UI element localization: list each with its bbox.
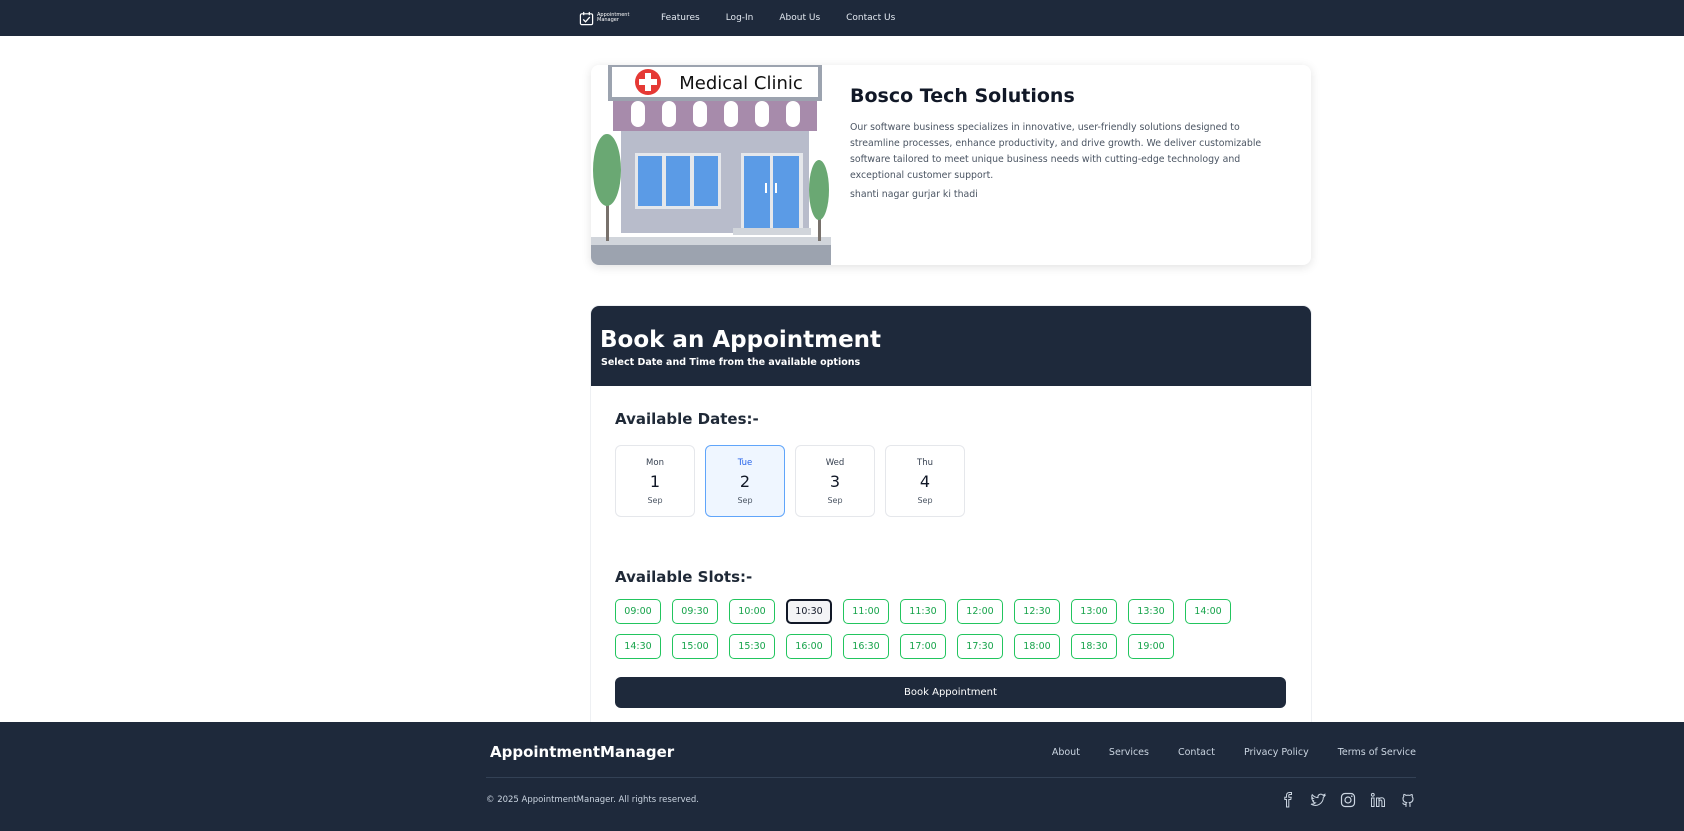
time-slot[interactable]: 19:00 xyxy=(1128,634,1174,659)
date-option[interactable]: Thu 4 Sep xyxy=(885,445,965,517)
booking-header: Book an Appointment Select Date and Time… xyxy=(591,306,1311,386)
dates-heading: Available Dates:- xyxy=(615,410,759,428)
slots-heading: Available Slots:- xyxy=(615,568,753,586)
time-slot[interactable]: 18:30 xyxy=(1071,634,1117,659)
time-slot[interactable]: 15:00 xyxy=(672,634,718,659)
date-option[interactable]: Mon 1 Sep xyxy=(615,445,695,517)
date-month: Sep xyxy=(917,496,933,505)
nav-link-about-us[interactable]: About Us xyxy=(779,13,820,23)
nav-link-login[interactable]: Log-In xyxy=(726,13,754,23)
time-slot[interactable]: 14:30 xyxy=(615,634,661,659)
time-slot[interactable]: 12:30 xyxy=(1014,599,1060,624)
book-appointment-button[interactable]: Book Appointment xyxy=(615,677,1286,708)
time-slot[interactable]: 13:00 xyxy=(1071,599,1117,624)
date-month: Sep xyxy=(647,496,663,505)
booking-subtitle: Select Date and Time from the available … xyxy=(601,357,861,368)
app-logo[interactable]: Appointment Manager xyxy=(579,11,631,26)
time-slot[interactable]: 17:00 xyxy=(900,634,946,659)
twitter-icon[interactable] xyxy=(1310,792,1327,808)
date-day: 2 xyxy=(739,472,751,491)
time-slot[interactable]: 09:30 xyxy=(672,599,718,624)
business-name: Bosco Tech Solutions xyxy=(850,85,1075,107)
business-address: shanti nagar gurjar ki thadi xyxy=(850,189,978,200)
time-slot[interactable]: 16:00 xyxy=(786,634,832,659)
footer-link-about[interactable]: About xyxy=(1052,747,1080,758)
footer-divider xyxy=(486,777,1416,778)
booking-panel: Book an Appointment Select Date and Time… xyxy=(591,306,1311,722)
footer-link-contact[interactable]: Contact xyxy=(1178,747,1215,758)
footer-brand[interactable]: AppointmentManager xyxy=(490,743,674,761)
footer: AppointmentManager About Services Contac… xyxy=(0,722,1684,831)
top-navbar: Appointment Manager Features Log-In Abou… xyxy=(0,0,1684,36)
nav-link-features[interactable]: Features xyxy=(661,13,700,23)
date-month: Sep xyxy=(827,496,843,505)
date-weekday: Wed xyxy=(825,458,845,468)
date-month: Sep xyxy=(737,496,753,505)
date-weekday: Tue xyxy=(737,458,753,468)
time-slot-selected[interactable]: 10:30 xyxy=(786,599,832,624)
facebook-icon[interactable] xyxy=(1280,792,1296,808)
slot-list: 09:00 09:30 10:00 10:30 11:00 11:30 12:00 12:30… xyxy=(615,599,1255,659)
time-slot[interactable]: 18:00 xyxy=(1014,634,1060,659)
footer-copyright: © 2025 AppointmentManager. All rights re… xyxy=(486,795,699,805)
time-slot[interactable]: 14:00 xyxy=(1185,599,1231,624)
linkedin-icon[interactable] xyxy=(1370,792,1386,808)
date-list: Mon 1 Sep Tue 2 Sep Wed 3 Sep Thu 4 Sep xyxy=(615,445,965,517)
time-slot[interactable]: 15:30 xyxy=(729,634,775,659)
time-slot[interactable]: 11:00 xyxy=(843,599,889,624)
footer-link-terms-of-service[interactable]: Terms of Service xyxy=(1338,747,1416,758)
booking-title: Book an Appointment xyxy=(600,327,882,353)
github-icon[interactable] xyxy=(1400,792,1416,808)
footer-links: About Services Contact Privacy Policy Te… xyxy=(1052,747,1416,758)
time-slot[interactable]: 12:00 xyxy=(957,599,1003,624)
logo-text: Appointment Manager xyxy=(597,12,630,23)
date-day: 3 xyxy=(829,472,841,491)
date-day: 1 xyxy=(649,472,661,491)
time-slot[interactable]: 10:00 xyxy=(729,599,775,624)
social-links xyxy=(1280,792,1416,808)
date-weekday: Thu xyxy=(917,458,933,468)
footer-link-services[interactable]: Services xyxy=(1109,747,1149,758)
date-option[interactable]: Wed 3 Sep xyxy=(795,445,875,517)
calendar-check-icon xyxy=(579,11,594,25)
time-slot[interactable]: 11:30 xyxy=(900,599,946,624)
clinic-sign-text: Medical Clinic xyxy=(679,73,803,94)
clinic-building-image: Medical Clinic xyxy=(591,65,831,265)
business-description: Our software business specializes in inn… xyxy=(850,122,1262,181)
time-slot[interactable]: 13:30 xyxy=(1128,599,1174,624)
instagram-icon[interactable] xyxy=(1340,792,1356,808)
date-option-selected[interactable]: Tue 2 Sep xyxy=(705,445,785,517)
nav-link-contact-us[interactable]: Contact Us xyxy=(846,13,895,23)
business-card: Medical Clinic Bosco Tech Solutions Our … xyxy=(591,65,1311,265)
date-day: 4 xyxy=(919,472,931,491)
footer-link-privacy-policy[interactable]: Privacy Policy xyxy=(1244,747,1309,758)
time-slot[interactable]: 17:30 xyxy=(957,634,1003,659)
time-slot[interactable]: 16:30 xyxy=(843,634,889,659)
time-slot[interactable]: 09:00 xyxy=(615,599,661,624)
date-weekday: Mon xyxy=(646,458,664,468)
